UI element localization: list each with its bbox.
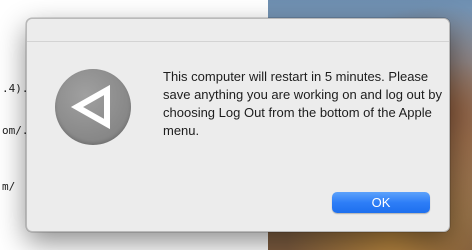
- terminal-line: .4).: [2, 82, 29, 95]
- restart-alert-icon: [55, 69, 131, 145]
- alert-message: This computer will restart in 5 minutes.…: [163, 69, 442, 138]
- back-triangle-icon: [70, 84, 110, 130]
- terminal-line: m/: [2, 180, 16, 193]
- ok-button[interactable]: OK: [332, 192, 430, 213]
- dialog-titlebar[interactable]: [27, 19, 449, 42]
- restart-alert-dialog: This computer will restart in 5 minutes.…: [26, 18, 450, 232]
- terminal-line: om/.: [2, 124, 29, 137]
